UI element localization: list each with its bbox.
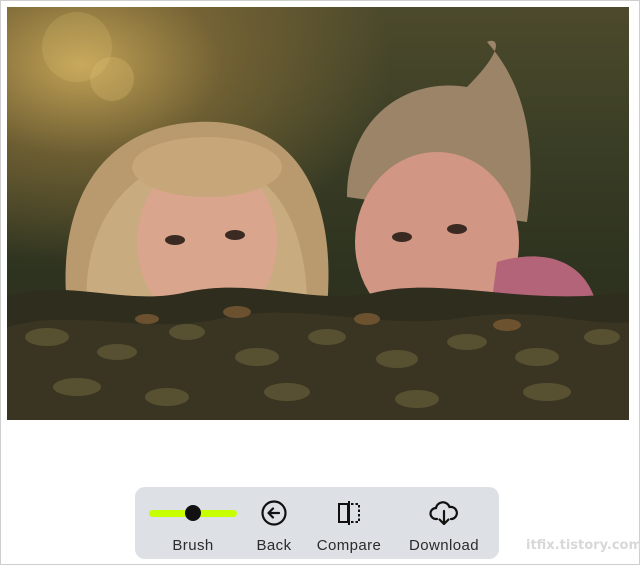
brush-tool[interactable]: Brush [149, 487, 237, 559]
split-compare-icon [335, 495, 363, 531]
brush-size-slider[interactable] [149, 495, 237, 531]
editor-toolbar: Brush Back Compare Download [135, 487, 499, 559]
download-label: Download [409, 537, 479, 554]
watermark: itfix.tistory.com [526, 538, 640, 553]
compare-label: Compare [316, 537, 382, 554]
brush-label: Brush [172, 537, 214, 554]
arrow-left-circle-icon [260, 495, 288, 531]
cloud-download-icon [429, 495, 459, 531]
back-button[interactable]: Back [249, 487, 299, 559]
photo-illustration [7, 12, 629, 420]
edited-photo [7, 7, 629, 420]
slider-thumb[interactable] [185, 505, 201, 521]
back-label: Back [256, 537, 292, 554]
compare-button[interactable]: Compare [311, 487, 387, 559]
download-button[interactable]: Download [401, 487, 487, 559]
